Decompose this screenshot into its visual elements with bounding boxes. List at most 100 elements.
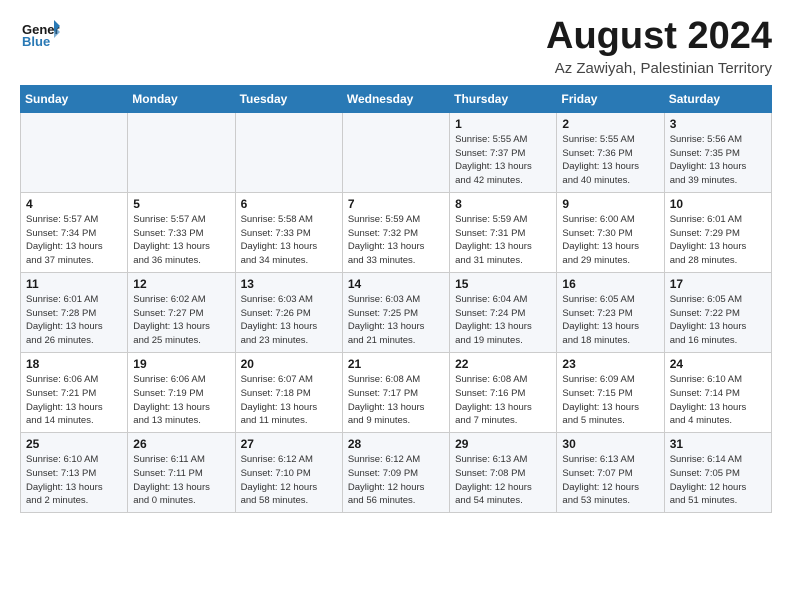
day-info: Sunrise: 6:08 AM Sunset: 7:16 PM Dayligh… (455, 373, 551, 428)
calendar-cell: 15 Sunrise: 6:04 AM Sunset: 7:24 PM Dayli… (450, 272, 557, 352)
day-number: 16 (562, 277, 658, 291)
day-number: 26 (133, 437, 229, 451)
day-number: 9 (562, 197, 658, 211)
calendar-cell: 2 Sunrise: 5:55 AM Sunset: 7:36 PM Daylig… (557, 112, 664, 192)
calendar-table: SundayMondayTuesdayWednesdayThursdayFrid… (20, 85, 772, 513)
day-header-saturday: Saturday (664, 85, 771, 112)
calendar-cell: 21 Sunrise: 6:08 AM Sunset: 7:17 PM Dayli… (342, 352, 449, 432)
day-header-sunday: Sunday (21, 85, 128, 112)
day-header-row: SundayMondayTuesdayWednesdayThursdayFrid… (21, 85, 772, 112)
day-number: 4 (26, 197, 122, 211)
day-info: Sunrise: 6:03 AM Sunset: 7:25 PM Dayligh… (348, 293, 444, 348)
week-row-3: 11 Sunrise: 6:01 AM Sunset: 7:28 PM Dayli… (21, 272, 772, 352)
day-number: 8 (455, 197, 551, 211)
day-info: Sunrise: 6:06 AM Sunset: 7:19 PM Dayligh… (133, 373, 229, 428)
calendar-cell (235, 112, 342, 192)
location-title: Az Zawiyah, Palestinian Territory (546, 60, 772, 77)
day-info: Sunrise: 6:10 AM Sunset: 7:13 PM Dayligh… (26, 453, 122, 508)
title-area: August 2024 Az Zawiyah, Palestinian Terr… (546, 16, 772, 77)
week-row-2: 4 Sunrise: 5:57 AM Sunset: 7:34 PM Daylig… (21, 192, 772, 272)
day-number: 2 (562, 117, 658, 131)
calendar-cell: 6 Sunrise: 5:58 AM Sunset: 7:33 PM Daylig… (235, 192, 342, 272)
day-info: Sunrise: 6:00 AM Sunset: 7:30 PM Dayligh… (562, 213, 658, 268)
calendar-cell: 26 Sunrise: 6:11 AM Sunset: 7:11 PM Dayli… (128, 433, 235, 513)
week-row-4: 18 Sunrise: 6:06 AM Sunset: 7:21 PM Dayli… (21, 352, 772, 432)
day-header-thursday: Thursday (450, 85, 557, 112)
day-info: Sunrise: 6:01 AM Sunset: 7:29 PM Dayligh… (670, 213, 766, 268)
day-info: Sunrise: 5:58 AM Sunset: 7:33 PM Dayligh… (241, 213, 337, 268)
calendar-cell: 19 Sunrise: 6:06 AM Sunset: 7:19 PM Dayli… (128, 352, 235, 432)
svg-text:Blue: Blue (22, 34, 50, 49)
day-info: Sunrise: 6:04 AM Sunset: 7:24 PM Dayligh… (455, 293, 551, 348)
day-info: Sunrise: 5:59 AM Sunset: 7:31 PM Dayligh… (455, 213, 551, 268)
day-number: 30 (562, 437, 658, 451)
day-number: 22 (455, 357, 551, 371)
day-number: 11 (26, 277, 122, 291)
day-info: Sunrise: 5:56 AM Sunset: 7:35 PM Dayligh… (670, 133, 766, 188)
day-info: Sunrise: 6:06 AM Sunset: 7:21 PM Dayligh… (26, 373, 122, 428)
day-number: 18 (26, 357, 122, 371)
day-info: Sunrise: 6:01 AM Sunset: 7:28 PM Dayligh… (26, 293, 122, 348)
day-info: Sunrise: 5:55 AM Sunset: 7:36 PM Dayligh… (562, 133, 658, 188)
day-info: Sunrise: 6:10 AM Sunset: 7:14 PM Dayligh… (670, 373, 766, 428)
day-number: 31 (670, 437, 766, 451)
day-info: Sunrise: 6:13 AM Sunset: 7:07 PM Dayligh… (562, 453, 658, 508)
day-number: 15 (455, 277, 551, 291)
day-number: 19 (133, 357, 229, 371)
logo: General Blue (20, 16, 60, 61)
day-info: Sunrise: 6:12 AM Sunset: 7:10 PM Dayligh… (241, 453, 337, 508)
day-number: 1 (455, 117, 551, 131)
calendar-cell: 23Sunrise: 6:09 AM Sunset: 7:15 PM Dayli… (557, 352, 664, 432)
calendar-cell: 13 Sunrise: 6:03 AM Sunset: 7:26 PM Dayli… (235, 272, 342, 352)
day-info: Sunrise: 5:57 AM Sunset: 7:33 PM Dayligh… (133, 213, 229, 268)
calendar-cell: 1Sunrise: 5:55 AM Sunset: 7:37 PM Daylig… (450, 112, 557, 192)
day-number: 21 (348, 357, 444, 371)
day-info: Sunrise: 6:03 AM Sunset: 7:26 PM Dayligh… (241, 293, 337, 348)
day-info: Sunrise: 5:59 AM Sunset: 7:32 PM Dayligh… (348, 213, 444, 268)
day-header-wednesday: Wednesday (342, 85, 449, 112)
day-number: 7 (348, 197, 444, 211)
calendar-cell: 12 Sunrise: 6:02 AM Sunset: 7:27 PM Dayli… (128, 272, 235, 352)
calendar-cell: 22 Sunrise: 6:08 AM Sunset: 7:16 PM Dayli… (450, 352, 557, 432)
calendar-cell: 31 Sunrise: 6:14 AM Sunset: 7:05 PM Dayli… (664, 433, 771, 513)
calendar-cell: 11 Sunrise: 6:01 AM Sunset: 7:28 PM Dayli… (21, 272, 128, 352)
calendar-cell: 3 Sunrise: 5:56 AM Sunset: 7:35 PM Daylig… (664, 112, 771, 192)
week-row-1: 1Sunrise: 5:55 AM Sunset: 7:37 PM Daylig… (21, 112, 772, 192)
calendar-cell: 17Sunrise: 6:05 AM Sunset: 7:22 PM Dayli… (664, 272, 771, 352)
page-header: General Blue August 2024 Az Zawiyah, Pal… (20, 16, 772, 77)
calendar-cell: 28Sunrise: 6:12 AM Sunset: 7:09 PM Dayli… (342, 433, 449, 513)
calendar-cell: 10 Sunrise: 6:01 AM Sunset: 7:29 PM Dayli… (664, 192, 771, 272)
day-number: 13 (241, 277, 337, 291)
calendar-cell: 30 Sunrise: 6:13 AM Sunset: 7:07 PM Dayli… (557, 433, 664, 513)
day-header-monday: Monday (128, 85, 235, 112)
day-info: Sunrise: 6:14 AM Sunset: 7:05 PM Dayligh… (670, 453, 766, 508)
day-number: 27 (241, 437, 337, 451)
calendar-cell: 8 Sunrise: 5:59 AM Sunset: 7:31 PM Daylig… (450, 192, 557, 272)
calendar-cell (128, 112, 235, 192)
calendar-cell: 16 Sunrise: 6:05 AM Sunset: 7:23 PM Dayli… (557, 272, 664, 352)
day-info: Sunrise: 6:07 AM Sunset: 7:18 PM Dayligh… (241, 373, 337, 428)
day-info: Sunrise: 6:05 AM Sunset: 7:23 PM Dayligh… (562, 293, 658, 348)
day-number: 5 (133, 197, 229, 211)
calendar-cell: 20 Sunrise: 6:07 AM Sunset: 7:18 PM Dayli… (235, 352, 342, 432)
calendar-cell: 4 Sunrise: 5:57 AM Sunset: 7:34 PM Daylig… (21, 192, 128, 272)
calendar-cell: 5 Sunrise: 5:57 AM Sunset: 7:33 PM Daylig… (128, 192, 235, 272)
day-number: 10 (670, 197, 766, 211)
calendar-cell: 29 Sunrise: 6:13 AM Sunset: 7:08 PM Dayli… (450, 433, 557, 513)
day-info: Sunrise: 6:08 AM Sunset: 7:17 PM Dayligh… (348, 373, 444, 428)
day-number: 23 (562, 357, 658, 371)
day-info: Sunrise: 5:57 AM Sunset: 7:34 PM Dayligh… (26, 213, 122, 268)
day-info: Sunrise: 6:11 AM Sunset: 7:11 PM Dayligh… (133, 453, 229, 508)
day-number: 6 (241, 197, 337, 211)
day-info: Sunrise: 6:13 AM Sunset: 7:08 PM Dayligh… (455, 453, 551, 508)
calendar-cell (342, 112, 449, 192)
calendar-cell (21, 112, 128, 192)
day-number: 3 (670, 117, 766, 131)
day-number: 12 (133, 277, 229, 291)
day-number: 17 (670, 277, 766, 291)
day-info: Sunrise: 6:02 AM Sunset: 7:27 PM Dayligh… (133, 293, 229, 348)
day-number: 29 (455, 437, 551, 451)
day-number: 20 (241, 357, 337, 371)
calendar-cell: 25Sunrise: 6:10 AM Sunset: 7:13 PM Dayli… (21, 433, 128, 513)
week-row-5: 25Sunrise: 6:10 AM Sunset: 7:13 PM Dayli… (21, 433, 772, 513)
